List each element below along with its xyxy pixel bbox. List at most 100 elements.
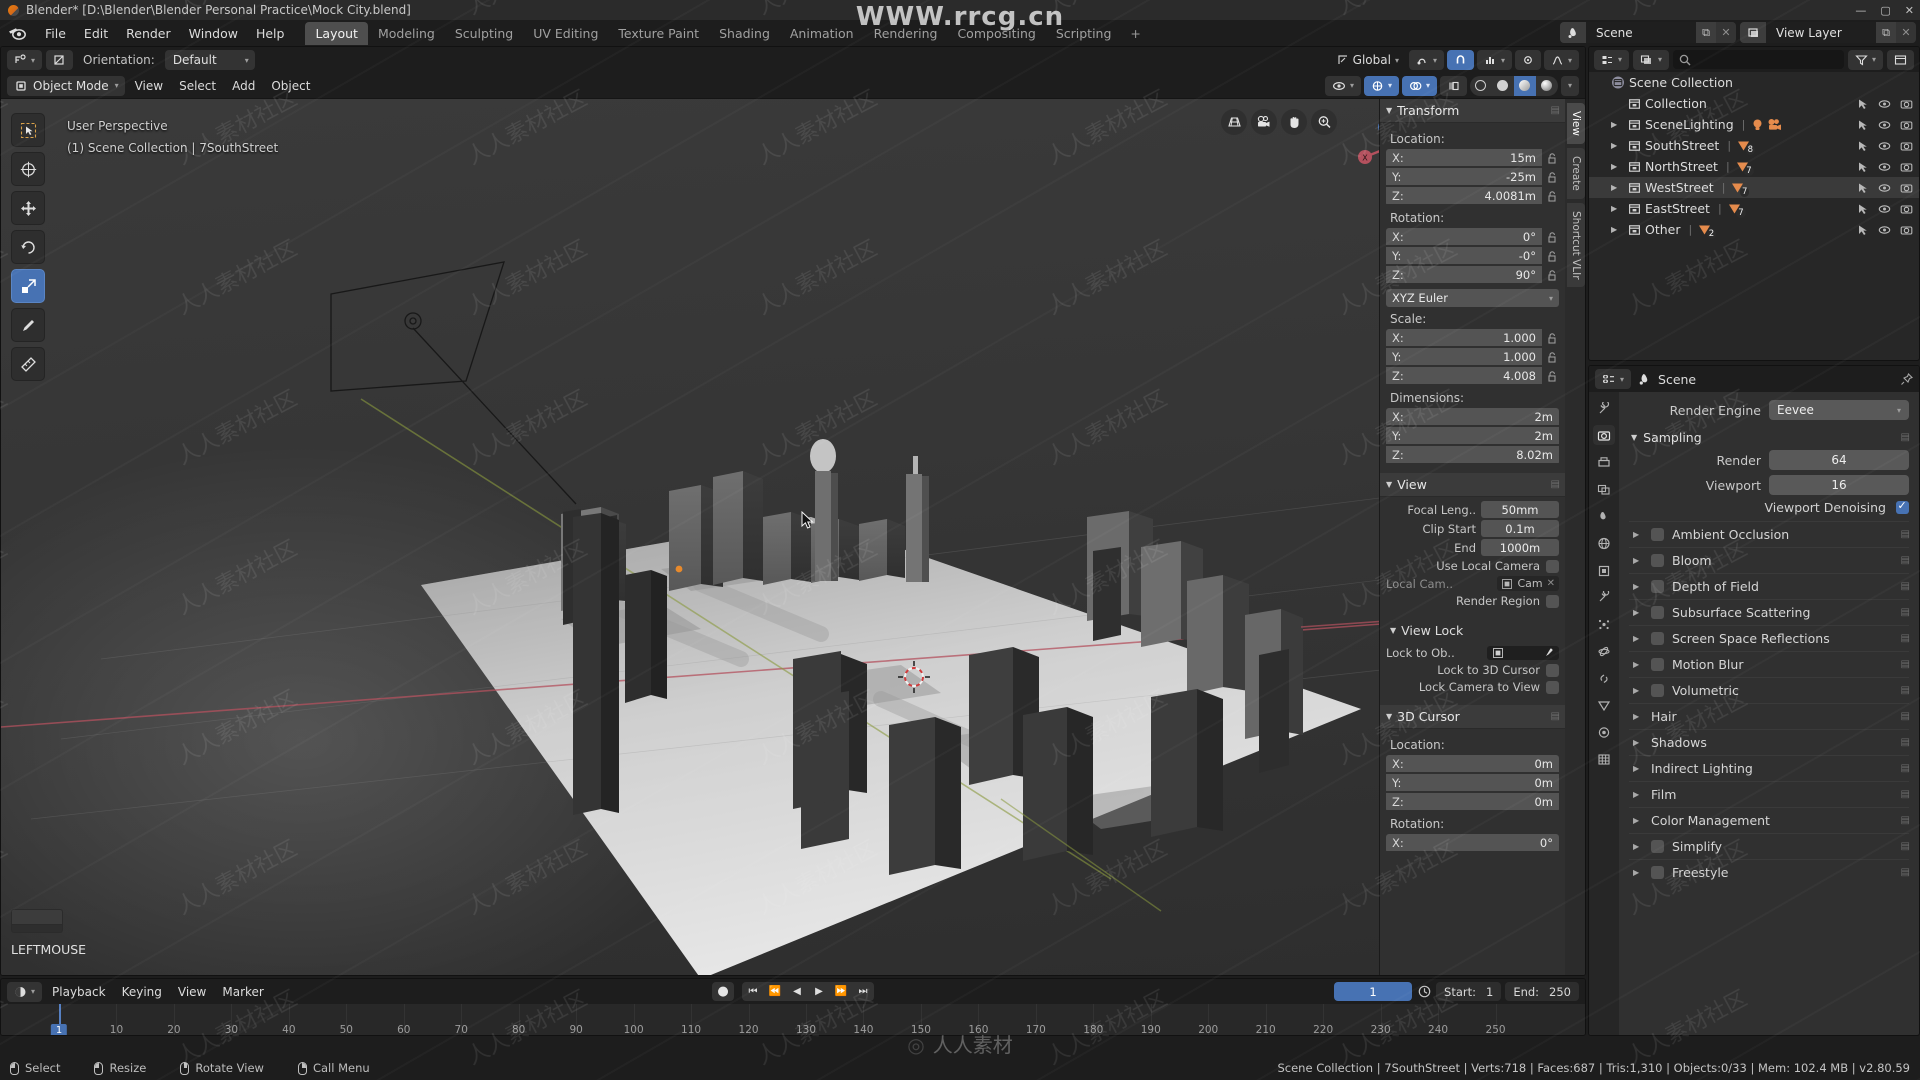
mode-dropdown[interactable]: Object Mode ▾ xyxy=(7,75,125,96)
section-checkbox[interactable] xyxy=(1651,658,1664,671)
camera-render-icon[interactable] xyxy=(1900,203,1913,215)
particles-tab[interactable] xyxy=(1593,614,1615,634)
section-checkbox[interactable] xyxy=(1651,840,1664,853)
orientation-dropdown[interactable]: Default ▾ xyxy=(164,50,255,70)
render-section-hair[interactable]: ▶ Hair ▤ xyxy=(1629,703,1910,729)
eye-icon[interactable] xyxy=(1878,161,1891,173)
render-section-depth-of-field[interactable]: ▶ Depth of Field ▤ xyxy=(1629,573,1910,599)
workspace-tab-shading[interactable]: Shading xyxy=(709,22,780,45)
modifier-tab[interactable] xyxy=(1593,587,1615,607)
eye-icon[interactable] xyxy=(1878,224,1891,236)
section-checkbox[interactable] xyxy=(1651,580,1664,593)
solid-shading-button[interactable] xyxy=(1492,76,1514,96)
outliner-new-collection-button[interactable] xyxy=(1887,49,1914,70)
rotation-y[interactable]: Y: -0° xyxy=(1386,247,1542,264)
timeline-menu-view[interactable]: View xyxy=(171,982,213,1002)
expand-triangle-icon[interactable]: ▶ xyxy=(1633,738,1643,747)
scene-name[interactable]: Scene xyxy=(1586,22,1696,43)
local-camera-value[interactable]: Cam xyxy=(1517,577,1542,590)
viewport-menu-add[interactable]: Add xyxy=(225,76,262,96)
clip-end-value[interactable]: 1000m xyxy=(1481,539,1559,556)
workspace-tab-texture-paint[interactable]: Texture Paint xyxy=(608,22,709,45)
rotate-tool-button[interactable] xyxy=(11,230,45,264)
transport-jump-end-button[interactable]: ⏭ xyxy=(852,982,874,1001)
maximize-button[interactable]: ▢ xyxy=(1880,5,1890,16)
outliner-row-weststreet[interactable]: ▶ WestStreet | 7 xyxy=(1589,177,1919,198)
lock-icon[interactable] xyxy=(1545,369,1559,384)
output-tab[interactable] xyxy=(1593,452,1615,472)
magnet-snap-toggle[interactable] xyxy=(1446,50,1474,70)
location-z[interactable]: Z: 4.0081m xyxy=(1386,187,1542,204)
clip-start-value[interactable]: 0.1m xyxy=(1481,520,1559,537)
expand-triangle-icon[interactable]: ▶ xyxy=(1611,162,1625,171)
outliner-row-eaststreet[interactable]: ▶ EastStreet | 7 xyxy=(1589,198,1919,219)
rotation-mode-dropdown[interactable]: XYZ Euler ▾ xyxy=(1386,289,1559,307)
view-lock-header[interactable]: ▼ View Lock xyxy=(1380,619,1565,641)
view-layer-selector[interactable]: View Layer ⧉ ✕ xyxy=(1740,22,1916,43)
scene-tab[interactable] xyxy=(1593,506,1615,526)
lock-icon[interactable] xyxy=(1545,170,1559,185)
workspace-tab-modeling[interactable]: Modeling xyxy=(368,22,445,45)
render-section-bloom[interactable]: ▶ Bloom ▤ xyxy=(1629,547,1910,573)
cursor-location-y[interactable]: Y: 0m xyxy=(1386,774,1559,791)
workspace-tab-compositing[interactable]: Compositing xyxy=(947,22,1045,45)
transport-jump-start-button[interactable]: ⏮ xyxy=(742,982,764,1001)
outliner-row-collection[interactable]: Collection xyxy=(1589,93,1919,114)
snap-toggle[interactable]: ▾ xyxy=(7,50,43,70)
section-checkbox[interactable] xyxy=(1651,606,1664,619)
render-section-motion-blur[interactable]: ▶ Motion Blur ▤ xyxy=(1629,651,1910,677)
render-section-subsurface-scattering[interactable]: ▶ Subsurface Scattering ▤ xyxy=(1629,599,1910,625)
menu-item-help[interactable]: Help xyxy=(247,23,294,44)
outliner-filter-button[interactable]: ▾ xyxy=(1847,49,1883,70)
location-y[interactable]: Y: -25m xyxy=(1386,168,1542,185)
annotate-tool-button[interactable] xyxy=(11,308,45,342)
menu-item-window[interactable]: Window xyxy=(180,23,247,44)
constraints-tab[interactable] xyxy=(1593,668,1615,688)
cursor-location-z[interactable]: Z: 0m xyxy=(1386,793,1559,810)
lock-icon[interactable] xyxy=(1545,268,1559,283)
transport-play-button[interactable]: ▶ xyxy=(808,982,830,1001)
expand-triangle-icon[interactable]: ▶ xyxy=(1633,686,1643,695)
sidebar-tab-shortcut-vlir[interactable]: Shortcut VLIr xyxy=(1567,202,1585,288)
sampling-render-value[interactable]: 64 xyxy=(1769,450,1909,470)
workspace-tab-rendering[interactable]: Rendering xyxy=(864,22,948,45)
new-view-layer-button[interactable]: ⧉ xyxy=(1876,22,1896,43)
transport-prev-keyframe-button[interactable]: ⏪ xyxy=(764,982,786,1001)
measure-tool-button[interactable] xyxy=(11,347,45,381)
expand-triangle-icon[interactable]: ▶ xyxy=(1633,634,1643,643)
selectable-icon[interactable] xyxy=(1857,140,1869,152)
eye-icon[interactable] xyxy=(1878,203,1891,215)
material-tab[interactable] xyxy=(1593,722,1615,742)
cursor-location-x[interactable]: X: 0m xyxy=(1386,755,1559,772)
workspace-tab-uv-editing[interactable]: UV Editing xyxy=(523,22,608,45)
snapping-dropdown[interactable]: ▾ xyxy=(1408,50,1444,70)
render-region-checkbox[interactable] xyxy=(1546,594,1559,608)
render-engine-dropdown[interactable]: Eevee ▾ xyxy=(1769,400,1909,420)
dimension-x[interactable]: X: 2m xyxy=(1386,408,1559,425)
section-checkbox[interactable] xyxy=(1651,528,1664,541)
timeline-menu-playback[interactable]: Playback xyxy=(45,982,113,1002)
expand-triangle-icon[interactable]: ▶ xyxy=(1633,660,1643,669)
eye-icon[interactable] xyxy=(1878,182,1891,194)
operator-panel[interactable] xyxy=(11,909,63,933)
render-section-shadows[interactable]: ▶ Shadows ▤ xyxy=(1629,729,1910,755)
outliner-row-scenelighting[interactable]: ▶ SceneLighting | xyxy=(1589,114,1919,135)
expand-triangle-icon[interactable]: ▶ xyxy=(1633,842,1643,851)
outliner-row-northstreet[interactable]: ▶ NorthStreet | 7 xyxy=(1589,156,1919,177)
expand-triangle-icon[interactable]: ▶ xyxy=(1633,608,1643,617)
workspace-tab-scripting[interactable]: Scripting xyxy=(1046,22,1122,45)
minimize-button[interactable]: — xyxy=(1855,5,1866,16)
show-gizmo-toggle[interactable]: ▾ xyxy=(1363,75,1399,96)
section-checkbox[interactable] xyxy=(1651,554,1664,567)
lock-icon[interactable] xyxy=(1545,249,1559,264)
viewport-menu-object[interactable]: Object xyxy=(264,76,317,96)
shading-options-dropdown[interactable]: ▾ xyxy=(1560,75,1579,96)
transport-next-keyframe-button[interactable]: ⏩ xyxy=(830,982,852,1001)
proportional-editing-toggle[interactable] xyxy=(46,50,74,70)
scale-x[interactable]: X: 1.000 xyxy=(1386,329,1542,346)
blender-logo-icon[interactable] xyxy=(6,24,28,42)
rendered-shading-button[interactable] xyxy=(1536,76,1558,96)
expand-triangle-icon[interactable]: ▶ xyxy=(1611,141,1625,150)
scale-tool-button[interactable] xyxy=(11,269,45,303)
selectable-icon[interactable] xyxy=(1857,119,1869,131)
